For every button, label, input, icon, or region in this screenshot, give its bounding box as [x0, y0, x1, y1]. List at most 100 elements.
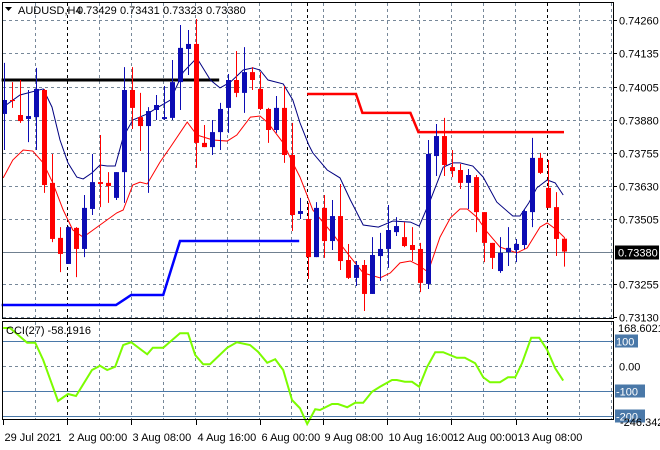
price-axis-label: 0.73255: [619, 280, 659, 292]
candle-body: [122, 90, 127, 173]
candle-body: [290, 155, 295, 215]
candle-body: [114, 172, 119, 198]
candle-body: [18, 115, 23, 122]
candle-body: [82, 207, 87, 249]
candle-body: [282, 107, 287, 155]
candle-body: [26, 116, 31, 119]
candle-body: [218, 108, 223, 133]
close-value: 0.73380: [206, 5, 246, 17]
candle-body: [186, 43, 191, 49]
time-axis-label: 3 Aug 08:00: [133, 432, 192, 444]
candle-bull: [114, 172, 119, 200]
candle-body: [74, 227, 79, 249]
candle-body: [298, 211, 303, 214]
candle-bull: [66, 226, 71, 264]
candle-body: [274, 107, 279, 130]
candle-body: [546, 187, 551, 208]
candle-body: [210, 132, 215, 148]
candle-body: [562, 238, 567, 252]
price-axis-label: 0.73880: [619, 116, 659, 128]
price-axis-label: 0.73505: [619, 215, 659, 227]
cci-axis-label: 0.00: [619, 362, 640, 374]
time-axis-label: 12 Aug 00:00: [453, 432, 518, 444]
current-price-label: 0.73380: [618, 248, 658, 260]
candle-body: [250, 72, 255, 80]
candle-body: [466, 175, 471, 183]
time-axis-label: 2 Aug 00:00: [69, 432, 128, 444]
candle-body: [410, 245, 415, 250]
candle-body: [370, 255, 375, 294]
candle-body: [98, 182, 103, 184]
candle-body: [378, 248, 383, 257]
candle-body: [490, 242, 495, 258]
candle-body: [162, 117, 167, 119]
cci-level-label: -100: [616, 387, 638, 399]
candle-body: [346, 260, 351, 278]
time-axis-label: 9 Aug 08:00: [325, 432, 384, 444]
candle-body: [42, 90, 47, 185]
candle-body: [66, 227, 71, 264]
candle-bull: [314, 202, 319, 258]
candle-body: [418, 248, 423, 283]
candle-body: [394, 226, 399, 233]
candle-body: [442, 136, 447, 165]
candle-bear: [42, 88, 47, 193]
low-value: 0.73323: [163, 5, 203, 17]
candle-body: [58, 237, 63, 254]
candle-bull: [426, 140, 431, 289]
candle-body: [458, 170, 463, 183]
candle-body: [306, 218, 311, 258]
candle-bull: [522, 208, 527, 249]
candle-body: [338, 216, 343, 262]
price-axis-label: 0.73755: [619, 149, 659, 161]
candle-body: [194, 43, 199, 143]
candle-body: [10, 100, 15, 102]
time-axis-label: 4 Aug 16:00: [198, 432, 257, 444]
cci-level-label: 100: [616, 337, 634, 349]
candle-body: [50, 182, 55, 239]
candle-body: [170, 82, 175, 118]
candle-body: [402, 237, 407, 247]
candle-body: [530, 157, 535, 213]
price-axis-label: 0.74260: [619, 16, 659, 28]
high-value: 0.73431: [120, 5, 160, 17]
price-axis-label: 0.73630: [619, 182, 659, 194]
candle-body: [258, 88, 263, 109]
price-chart[interactable]: 0.74260 0.74135 0.74005 0.73880 0.73755 0.736…: [0, 0, 660, 450]
candle-body: [354, 265, 359, 278]
candle-body: [434, 136, 439, 157]
candle-body: [362, 265, 367, 294]
candle-body: [178, 47, 183, 83]
candle-body: [554, 207, 559, 239]
candle-body: [522, 211, 527, 245]
candle-body: [482, 212, 487, 243]
candle-body: [154, 105, 159, 110]
open-value: 0.73429: [77, 5, 117, 17]
cci-label: CCI(27) -58.1916: [6, 325, 91, 337]
candle-body: [426, 153, 431, 284]
candle-body: [538, 157, 543, 173]
candle-body: [226, 80, 231, 108]
chart-header[interactable]: AUDUSD,H4 0.73429 0.73431 0.73323 0.7338…: [5, 5, 246, 17]
candle-body: [474, 177, 479, 213]
candle-body: [234, 80, 239, 93]
candle-body: [90, 182, 95, 209]
candle-body: [498, 252, 503, 272]
candle-body: [146, 111, 151, 127]
candle-body: [138, 117, 143, 127]
time-axis-label: 13 Aug 08:00: [518, 432, 583, 444]
candle-body: [242, 72, 247, 93]
time-axis-label: 10 Aug 16:00: [389, 432, 454, 444]
cci-max-label: 168.6021: [618, 323, 660, 335]
candle-body: [130, 90, 135, 108]
candle-body: [330, 216, 335, 242]
candle-body: [386, 230, 391, 249]
candle-body: [314, 207, 319, 258]
candle-body: [322, 207, 327, 242]
price-axis-label: 0.74135: [619, 49, 659, 61]
symbol-label: AUDUSD,H4: [18, 5, 82, 17]
candle-body: [266, 108, 271, 130]
time-axis-label: 29 Jul 2021: [5, 432, 62, 444]
cci-min-label: -246.3428: [620, 417, 660, 429]
candle-body: [506, 247, 511, 253]
